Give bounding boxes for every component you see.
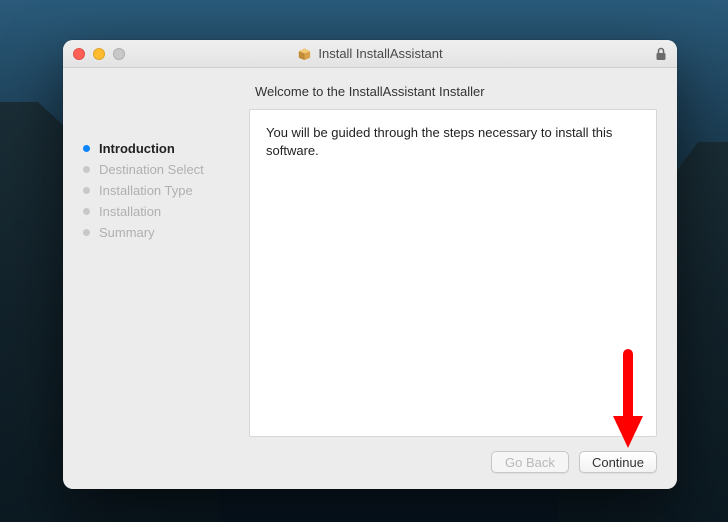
button-row: Go Back Continue xyxy=(83,437,657,473)
sidebar-item-label: Destination Select xyxy=(99,162,204,177)
window-controls xyxy=(63,48,125,60)
package-icon xyxy=(297,48,312,60)
lock-icon[interactable] xyxy=(655,47,667,61)
step-dot-icon xyxy=(83,145,90,152)
step-dot-icon xyxy=(83,187,90,194)
window-title-area: Install InstallAssistant xyxy=(63,46,677,61)
installer-window: Install InstallAssistant Introduction De… xyxy=(63,40,677,489)
go-back-button: Go Back xyxy=(491,451,569,473)
zoom-button xyxy=(113,48,125,60)
sidebar-item-label: Installation xyxy=(99,204,161,219)
content-column: Welcome to the InstallAssistant Installe… xyxy=(249,68,657,437)
titlebar[interactable]: Install InstallAssistant xyxy=(63,40,677,68)
continue-button[interactable]: Continue xyxy=(579,451,657,473)
sidebar-item-label: Installation Type xyxy=(99,183,193,198)
sidebar-item-installation: Installation xyxy=(83,201,233,222)
sidebar-item-installation-type: Installation Type xyxy=(83,180,233,201)
step-dot-icon xyxy=(83,208,90,215)
step-dot-icon xyxy=(83,229,90,236)
steps-sidebar: Introduction Destination Select Installa… xyxy=(83,68,233,437)
close-button[interactable] xyxy=(73,48,85,60)
lock-area xyxy=(655,47,677,61)
sidebar-item-label: Summary xyxy=(99,225,155,240)
welcome-text: You will be guided through the steps nec… xyxy=(266,125,612,158)
step-dot-icon xyxy=(83,166,90,173)
page-heading: Welcome to the InstallAssistant Installe… xyxy=(249,68,657,109)
window-body: Introduction Destination Select Installa… xyxy=(63,68,677,489)
sidebar-item-introduction: Introduction xyxy=(83,138,233,159)
content-panel: You will be guided through the steps nec… xyxy=(249,109,657,437)
window-title: Install InstallAssistant xyxy=(318,46,442,61)
sidebar-item-summary: Summary xyxy=(83,222,233,243)
sidebar-item-label: Introduction xyxy=(99,141,175,156)
main-row: Introduction Destination Select Installa… xyxy=(83,68,657,437)
sidebar-item-destination-select: Destination Select xyxy=(83,159,233,180)
minimize-button[interactable] xyxy=(93,48,105,60)
